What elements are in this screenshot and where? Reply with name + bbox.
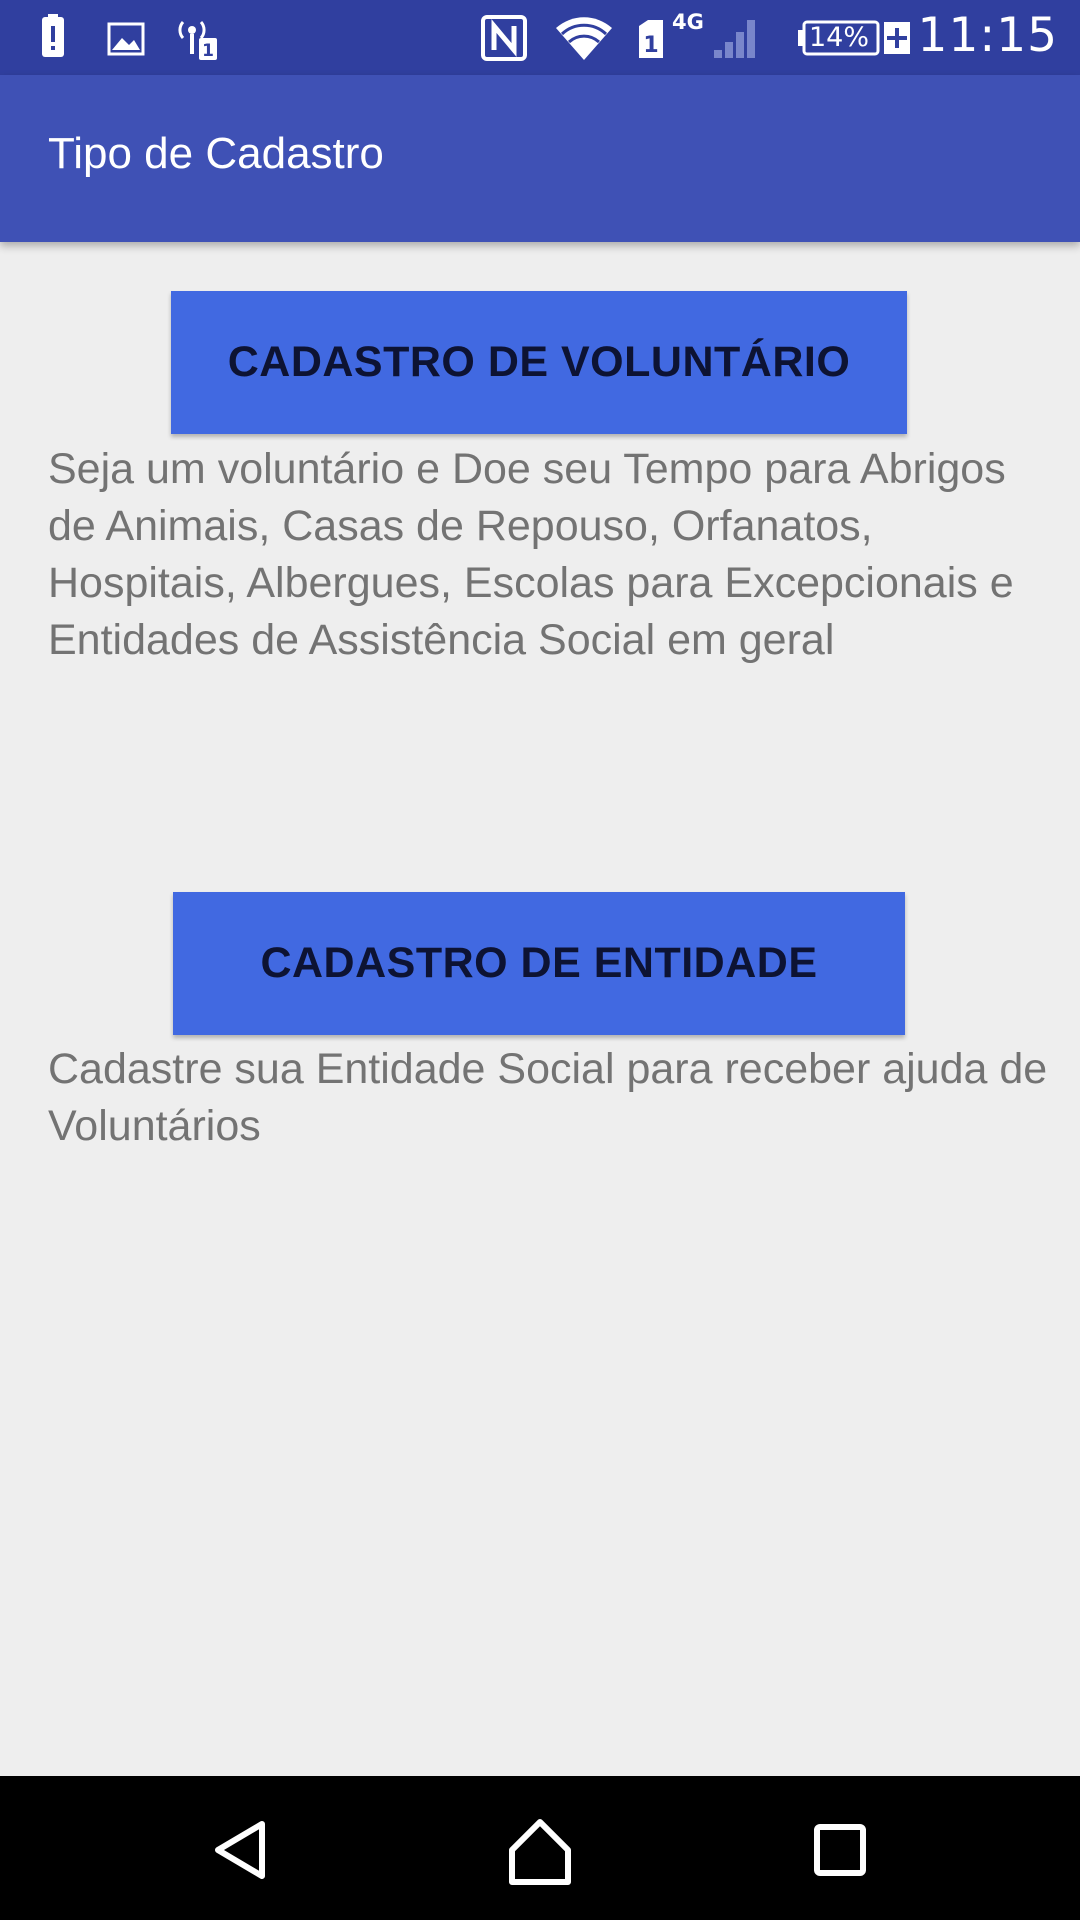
volunteer-description: Seja um voluntário e Doe seu Tempo para … — [48, 445, 1014, 664]
alert-icon — [36, 14, 70, 62]
hotspot-icon: 1 — [174, 14, 224, 62]
nfc-icon — [480, 14, 528, 62]
volunteer-registration-button[interactable]: CADASTRO DE VOLUNTÁRIO — [171, 291, 907, 434]
svg-text:1: 1 — [643, 33, 658, 58]
entity-registration-button[interactable]: CADASTRO DE ENTIDADE — [173, 892, 905, 1035]
home-icon[interactable] — [500, 1810, 580, 1890]
back-icon[interactable] — [202, 1810, 282, 1890]
status-bar: 1 1 4G 14% 11:15 — [0, 0, 1080, 75]
sim-icon: 1 — [636, 14, 666, 62]
entity-description: Cadastre sua Entidade Social para recebe… — [48, 1045, 1048, 1150]
page-title: Tipo de Cadastro — [48, 129, 384, 178]
status-time: 11:15 — [917, 8, 1058, 63]
battery-percent: 14% — [809, 22, 870, 53]
svg-text:1: 1 — [202, 41, 214, 61]
wifi-icon — [554, 14, 614, 62]
image-icon — [106, 14, 146, 62]
navigation-bar — [0, 1776, 1080, 1920]
app-bar: Tipo de Cadastro — [0, 75, 1080, 242]
network-type-label: 4G — [672, 10, 704, 34]
recents-icon[interactable] — [800, 1810, 880, 1890]
charging-icon — [882, 14, 912, 62]
signal-icon — [710, 14, 760, 62]
